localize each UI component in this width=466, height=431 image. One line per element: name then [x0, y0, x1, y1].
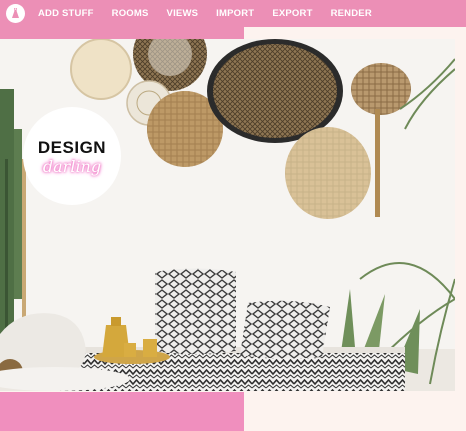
main-menu: ADD STUFF ROOMS VIEWS IMPORT EXPORT REND… — [38, 8, 390, 19]
menu-rooms[interactable]: ROOMS — [112, 8, 149, 19]
pink-accent-strip — [0, 27, 244, 39]
brand-subtitle: darling — [42, 157, 102, 176]
app-logo-button[interactable] — [6, 4, 25, 23]
brand-logo-badge: DESIGN darling — [23, 107, 121, 205]
dress-icon — [12, 8, 19, 18]
room-render-viewport[interactable]: DESIGN darling — [0, 39, 455, 391]
menu-import[interactable]: IMPORT — [216, 8, 254, 19]
brand-title: DESIGN — [37, 138, 107, 157]
bottom-pink-panel — [0, 392, 244, 431]
menu-export[interactable]: EXPORT — [272, 8, 312, 19]
top-nav-bar: ADD STUFF ROOMS VIEWS IMPORT EXPORT REND… — [0, 0, 466, 27]
menu-views[interactable]: VIEWS — [167, 8, 199, 19]
room-render-image — [0, 39, 455, 391]
menu-render[interactable]: RENDER — [331, 8, 372, 19]
menu-add-stuff[interactable]: ADD STUFF — [38, 8, 94, 19]
